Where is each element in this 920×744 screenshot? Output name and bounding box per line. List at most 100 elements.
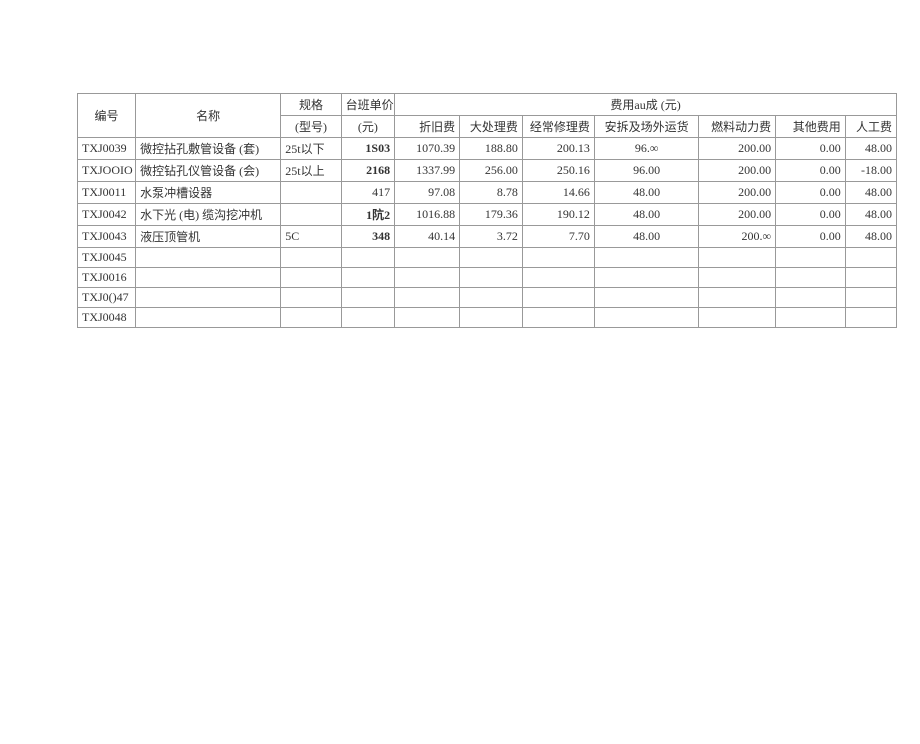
cell-c7 [845,268,896,288]
cell-name [136,268,281,288]
table-row: TXJ0048 [78,308,897,328]
cell-c5: 200.00 [699,204,776,226]
cell-c5 [699,268,776,288]
cell-c3 [522,268,594,288]
cell-unit-price [341,288,394,308]
cell-spec [281,182,341,204]
cell-name [136,288,281,308]
cell-c6: 0.00 [776,138,846,160]
cell-c5: 200.∞ [699,226,776,248]
cell-c2: 8.78 [460,182,523,204]
cell-unit-price [341,308,394,328]
cell-name [136,308,281,328]
cell-unit-price: 348 [341,226,394,248]
cell-id: TXJ0048 [78,308,136,328]
cell-c4: 48.00 [594,226,699,248]
cell-c5: 200.00 [699,182,776,204]
header-c2: 大处理费 [460,116,523,138]
cell-c1: 1016.88 [395,204,460,226]
cell-c6: 0.00 [776,204,846,226]
header-cost-group: 费用au成 (元) [395,94,897,116]
cell-id: TXJ0016 [78,268,136,288]
table-row: TXJ0043液压顶管机5C34840.143.727.7048.00200.∞… [78,226,897,248]
cell-id: TXJOOIO [78,160,136,182]
cell-c4: 96.00 [594,160,699,182]
cell-spec: 5C [281,226,341,248]
cell-name: 微控钻孔仪管设备 (会) [136,160,281,182]
table-container: 编号 名称 规格 台班单价 费用au成 (元) (型号) (元) 折旧费 大处理… [77,93,897,328]
cell-c4 [594,288,699,308]
cell-c1: 40.14 [395,226,460,248]
cell-c1 [395,248,460,268]
cell-c3: 200.13 [522,138,594,160]
header-c7: 人工费 [845,116,896,138]
cell-c4 [594,248,699,268]
cell-id: TXJ0011 [78,182,136,204]
cell-spec [281,268,341,288]
cell-c6 [776,308,846,328]
header-spec-sub: (型号) [281,116,341,138]
cell-name [136,248,281,268]
cell-c1 [395,308,460,328]
cell-unit-price [341,248,394,268]
cell-c4: 96.∞ [594,138,699,160]
cell-id: TXJ0043 [78,226,136,248]
cell-c3: 7.70 [522,226,594,248]
cell-c2 [460,268,523,288]
cell-unit-price: 2168 [341,160,394,182]
table-row: TXJ0()47 [78,288,897,308]
cell-c4: 48.00 [594,182,699,204]
cell-spec [281,248,341,268]
cell-unit-price: 1阬2 [341,204,394,226]
cell-c2: 256.00 [460,160,523,182]
cell-name: 微控拈孔敷管设备 (套) [136,138,281,160]
cell-c6: 0.00 [776,182,846,204]
cell-c1: 1070.39 [395,138,460,160]
cell-c1 [395,268,460,288]
table-row: TXJ0045 [78,248,897,268]
cell-c2 [460,288,523,308]
data-table: 编号 名称 规格 台班单价 费用au成 (元) (型号) (元) 折旧费 大处理… [77,93,897,328]
header-unit-price-sub: (元) [341,116,394,138]
cell-c2: 3.72 [460,226,523,248]
cell-c3 [522,308,594,328]
table-row: TXJ0016 [78,268,897,288]
table-row: TXJOOIO微控钻孔仪管设备 (会)25t以上21681337.99256.0… [78,160,897,182]
cell-c2 [460,308,523,328]
cell-c7: 48.00 [845,138,896,160]
cell-spec [281,308,341,328]
cell-c3: 14.66 [522,182,594,204]
cell-unit-price [341,268,394,288]
cell-c5 [699,288,776,308]
header-name: 名称 [136,94,281,138]
cell-id: TXJ0045 [78,248,136,268]
cell-name: 水泵冲槽设器 [136,182,281,204]
header-c6: 其他费用 [776,116,846,138]
cell-spec: 25t以上 [281,160,341,182]
table-row: TXJ0039微控拈孔敷管设备 (套)25t以下1S031070.39188.8… [78,138,897,160]
header-unit-price: 台班单价 [341,94,394,116]
cell-c3 [522,248,594,268]
cell-c7: -18.00 [845,160,896,182]
cell-c7: 48.00 [845,182,896,204]
cell-c7: 48.00 [845,204,896,226]
header-row-1: 编号 名称 规格 台班单价 费用au成 (元) [78,94,897,116]
cell-spec [281,204,341,226]
cell-c5 [699,308,776,328]
cell-c6 [776,268,846,288]
table-body: TXJ0039微控拈孔敷管设备 (套)25t以下1S031070.39188.8… [78,138,897,328]
header-spec: 规格 [281,94,341,116]
cell-name: 水下光 (电) 缆沟挖冲机 [136,204,281,226]
table-row: TXJ0042水下光 (电) 缆沟挖冲机1阬21016.88179.36190.… [78,204,897,226]
cell-c7 [845,308,896,328]
cell-c3: 250.16 [522,160,594,182]
table-row: TXJ0011水泵冲槽设器41797.088.7814.6648.00200.0… [78,182,897,204]
cell-c2: 179.36 [460,204,523,226]
cell-spec: 25t以下 [281,138,341,160]
cell-c4 [594,308,699,328]
cell-id: TXJ0042 [78,204,136,226]
cell-c1: 97.08 [395,182,460,204]
header-c1: 折旧费 [395,116,460,138]
cell-c4 [594,268,699,288]
cell-c6: 0.00 [776,160,846,182]
